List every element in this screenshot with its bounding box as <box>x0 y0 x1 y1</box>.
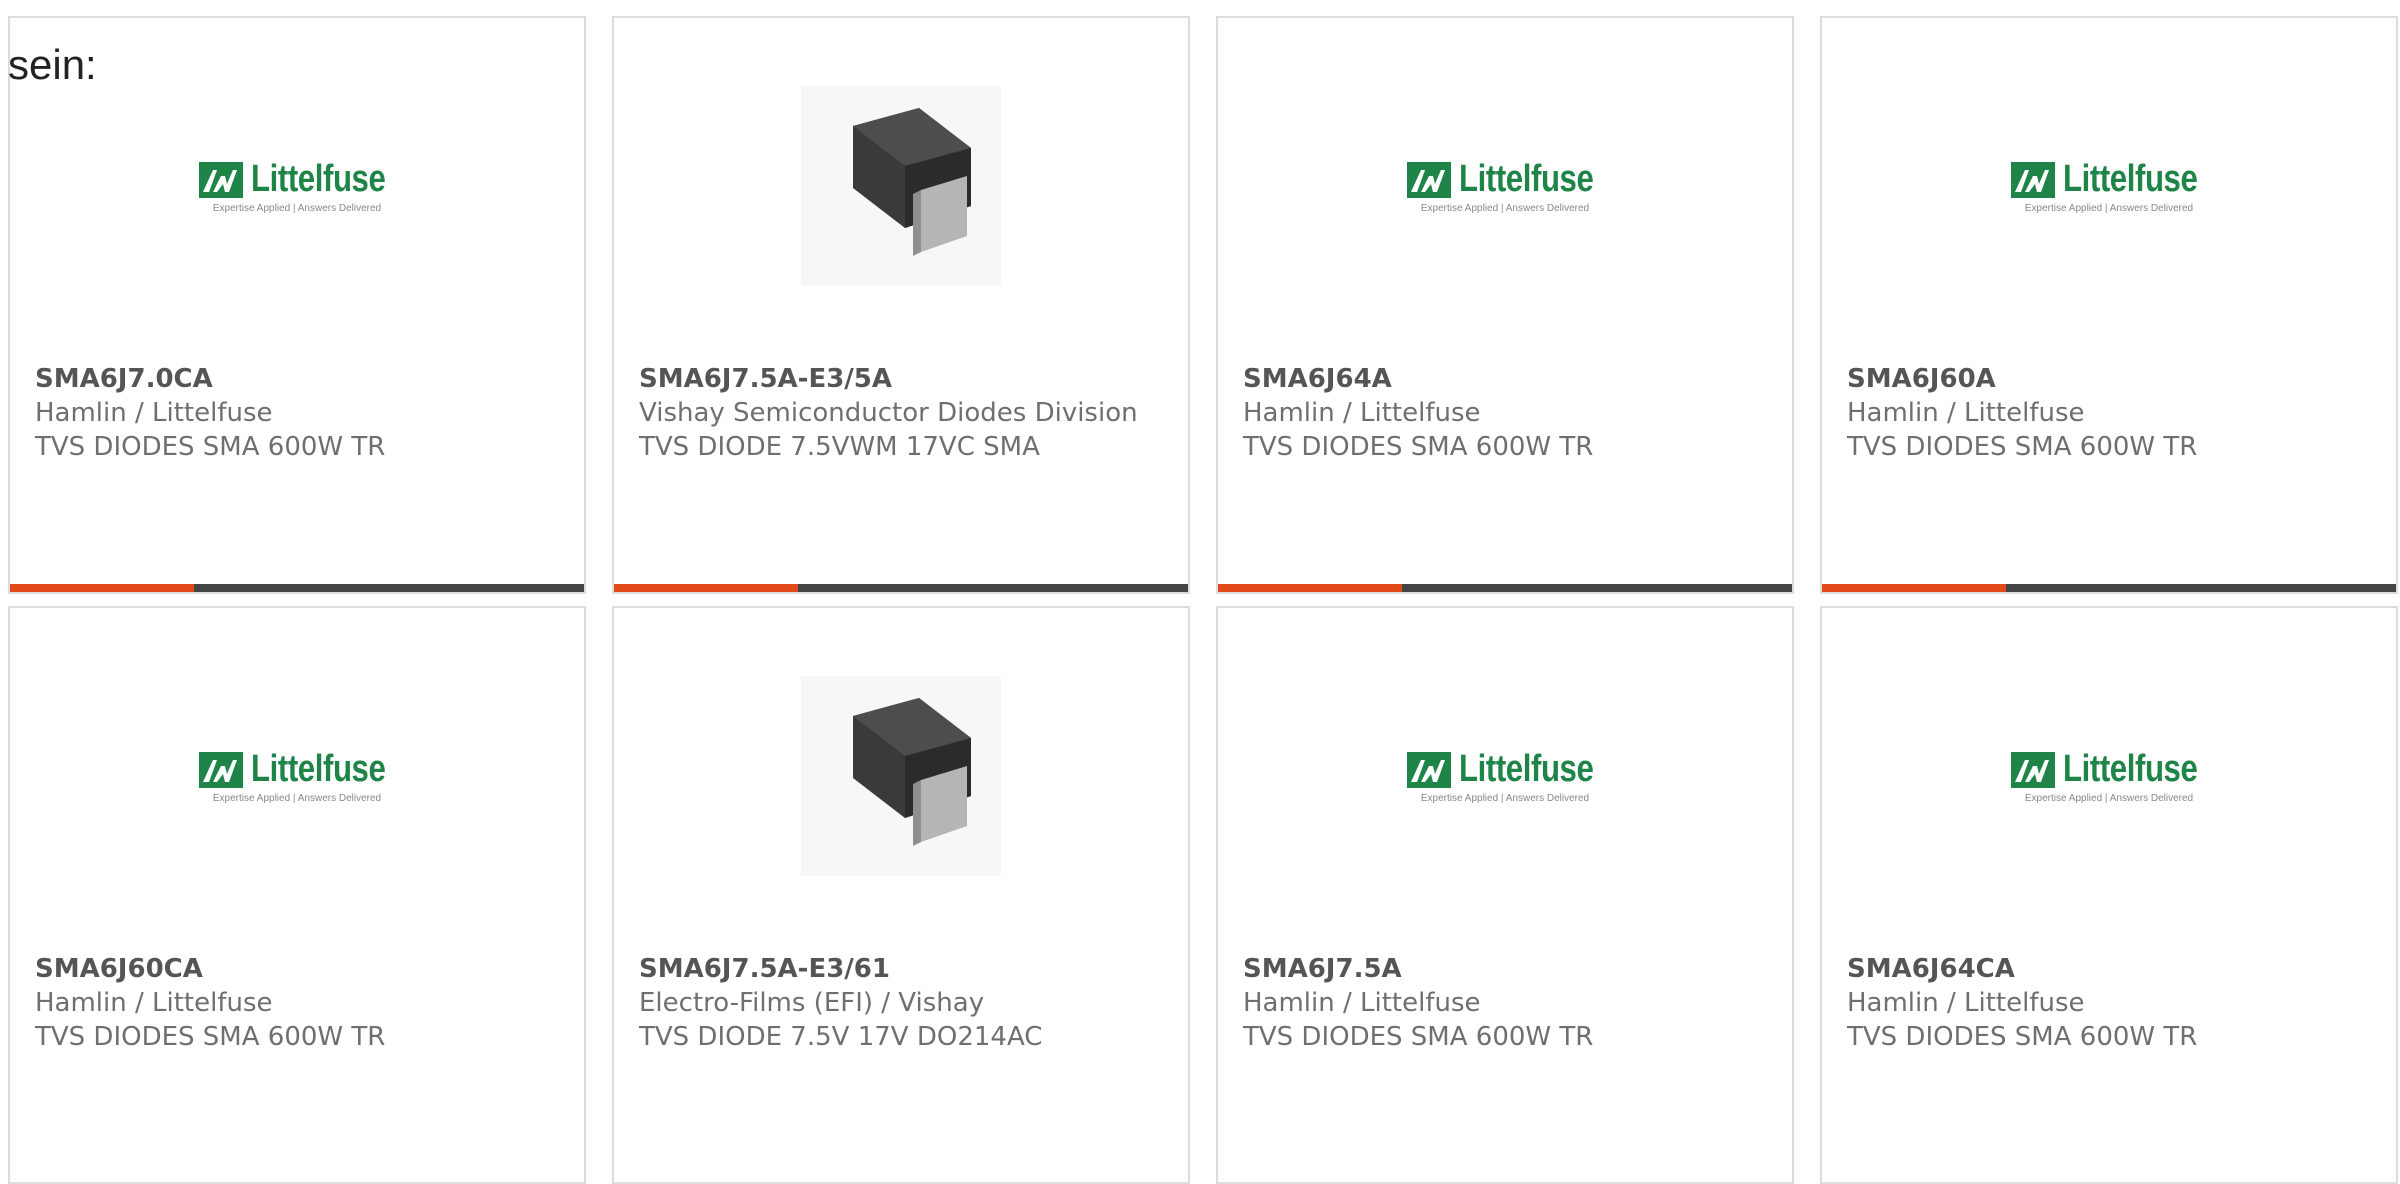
manufacturer-name: Vishay Semiconductor Diodes Division <box>639 398 1138 428</box>
littelfuse-logo: Littelfuse Expertise Applied | Answers D… <box>1407 748 1603 804</box>
product-description: TVS DIODES SMA 600W TR <box>35 432 386 462</box>
product-image[interactable] <box>614 86 1188 286</box>
logo-wordmark: Littelfuse <box>251 158 386 200</box>
product-image[interactable]: Littelfuse Expertise Applied | Answers D… <box>10 86 584 286</box>
littelfuse-logo: Littelfuse Expertise Applied | Answers D… <box>2011 748 2207 804</box>
product-description: TVS DIODES SMA 600W TR <box>1847 1022 2198 1052</box>
part-number-link[interactable]: SMA6J7.5A-E3/5A <box>639 362 1168 396</box>
product-image[interactable]: Littelfuse Expertise Applied | Answers D… <box>1822 86 2396 286</box>
product-image[interactable] <box>614 676 1188 876</box>
product-card[interactable]: Littelfuse Expertise Applied | Answers D… <box>8 16 586 594</box>
card-progress-bar <box>1218 584 1792 592</box>
logo-wordmark: Littelfuse <box>1459 158 1594 200</box>
logo-tagline: Expertise Applied | Answers Delivered <box>1420 203 1590 214</box>
product-card[interactable]: SMA6J7.5A-E3/61 Electro-Films (EFI) / Vis… <box>612 606 1190 1184</box>
product-card[interactable]: Littelfuse Expertise Applied | Answers D… <box>8 606 586 1184</box>
card-progress-fill <box>1218 584 1402 592</box>
part-number-link[interactable]: SMA6J60A <box>1847 362 2376 396</box>
logo-tagline: Expertise Applied | Answers Delivered <box>212 793 382 804</box>
logo-tagline: Expertise Applied | Answers Delivered <box>2024 203 2194 214</box>
product-description: TVS DIODES SMA 600W TR <box>1243 432 1594 462</box>
product-image[interactable]: Littelfuse Expertise Applied | Answers D… <box>1822 676 2396 876</box>
part-number-link[interactable]: SMA6J7.5A <box>1243 952 1772 986</box>
manufacturer-name: Hamlin / Littelfuse <box>1847 988 2085 1018</box>
littelfuse-mark-icon <box>2011 751 2056 788</box>
manufacturer-name: Hamlin / Littelfuse <box>35 988 273 1018</box>
product-info: SMA6J64CA Hamlin / Littelfuse TVS DIODES S… <box>1847 952 2376 1054</box>
littelfuse-logo: Littelfuse Expertise Applied | Answers D… <box>2011 158 2207 214</box>
diode-package-image <box>801 86 1001 286</box>
product-grid: Littelfuse Expertise Applied | Answers D… <box>8 16 2398 1184</box>
logo-wordmark: Littelfuse <box>2063 748 2198 790</box>
part-number-link[interactable]: SMA6J7.5A-E3/61 <box>639 952 1168 986</box>
product-description: TVS DIODES SMA 600W TR <box>35 1022 386 1052</box>
littelfuse-mark-icon <box>199 751 244 788</box>
manufacturer-name: Hamlin / Littelfuse <box>35 398 273 428</box>
littelfuse-logo: Littelfuse Expertise Applied | Answers D… <box>199 158 395 214</box>
manufacturer-name: Hamlin / Littelfuse <box>1243 988 1481 1018</box>
product-info: SMA6J7.5A-E3/61 Electro-Films (EFI) / Vis… <box>639 952 1168 1054</box>
part-number-link[interactable]: SMA6J60CA <box>35 952 564 986</box>
littelfuse-mark-icon <box>1407 751 1452 788</box>
logo-tagline: Expertise Applied | Answers Delivered <box>212 203 382 214</box>
product-info: SMA6J60CA Hamlin / Littelfuse TVS DIODES S… <box>35 952 564 1054</box>
card-progress-fill <box>614 584 798 592</box>
logo-wordmark: Littelfuse <box>251 748 386 790</box>
product-card[interactable]: Littelfuse Expertise Applied | Answers D… <box>1216 606 1794 1184</box>
product-info: SMA6J7.0CA Hamlin / Littelfuse TVS DIODES … <box>35 362 564 464</box>
manufacturer-name: Electro-Films (EFI) / Vishay <box>639 988 985 1018</box>
product-info: SMA6J7.5A Hamlin / Littelfuse TVS DIODES S… <box>1243 952 1772 1054</box>
littelfuse-mark-icon <box>199 161 244 198</box>
manufacturer-name: Hamlin / Littelfuse <box>1847 398 2085 428</box>
part-number-link[interactable]: SMA6J64A <box>1243 362 1772 396</box>
logo-wordmark: Littelfuse <box>1459 748 1594 790</box>
manufacturer-name: Hamlin / Littelfuse <box>1243 398 1481 428</box>
product-image[interactable]: Littelfuse Expertise Applied | Answers D… <box>1218 676 1792 876</box>
logo-tagline: Expertise Applied | Answers Delivered <box>2024 793 2194 804</box>
product-description: TVS DIODES SMA 600W TR <box>1847 432 2198 462</box>
littelfuse-mark-icon <box>1407 161 1452 198</box>
diode-package-image <box>801 676 1001 876</box>
product-description: TVS DIODES SMA 600W TR <box>1243 1022 1594 1052</box>
littelfuse-logo: Littelfuse Expertise Applied | Answers D… <box>1407 158 1603 214</box>
card-progress-bar <box>614 584 1188 592</box>
product-info: SMA6J64A Hamlin / Littelfuse TVS DIODES SM… <box>1243 362 1772 464</box>
product-image[interactable]: Littelfuse Expertise Applied | Answers D… <box>1218 86 1792 286</box>
intro-text: sein: <box>8 41 97 88</box>
part-number-link[interactable]: SMA6J7.0CA <box>35 362 564 396</box>
product-info: SMA6J7.5A-E3/5A Vishay Semiconductor Diod… <box>639 362 1168 464</box>
logo-wordmark: Littelfuse <box>2063 158 2198 200</box>
product-info: SMA6J60A Hamlin / Littelfuse TVS DIODES SM… <box>1847 362 2376 464</box>
product-card[interactable]: SMA6J7.5A-E3/5A Vishay Semiconductor Diod… <box>612 16 1190 594</box>
product-description: TVS DIODE 7.5V 17V DO214AC <box>639 1022 1043 1052</box>
product-description: TVS DIODE 7.5VWM 17VC SMA <box>639 432 1040 462</box>
product-card[interactable]: Littelfuse Expertise Applied | Answers D… <box>1216 16 1794 594</box>
product-card[interactable]: Littelfuse Expertise Applied | Answers D… <box>1820 16 2398 594</box>
logo-tagline: Expertise Applied | Answers Delivered <box>1420 793 1590 804</box>
card-progress-fill <box>1822 584 2006 592</box>
littelfuse-logo: Littelfuse Expertise Applied | Answers D… <box>199 748 395 804</box>
littelfuse-mark-icon <box>2011 161 2056 198</box>
card-progress-bar <box>1822 584 2396 592</box>
product-card[interactable]: Littelfuse Expertise Applied | Answers D… <box>1820 606 2398 1184</box>
card-progress-fill <box>10 584 194 592</box>
part-number-link[interactable]: SMA6J64CA <box>1847 952 2376 986</box>
product-image[interactable]: Littelfuse Expertise Applied | Answers D… <box>10 676 584 876</box>
card-progress-bar <box>10 584 584 592</box>
